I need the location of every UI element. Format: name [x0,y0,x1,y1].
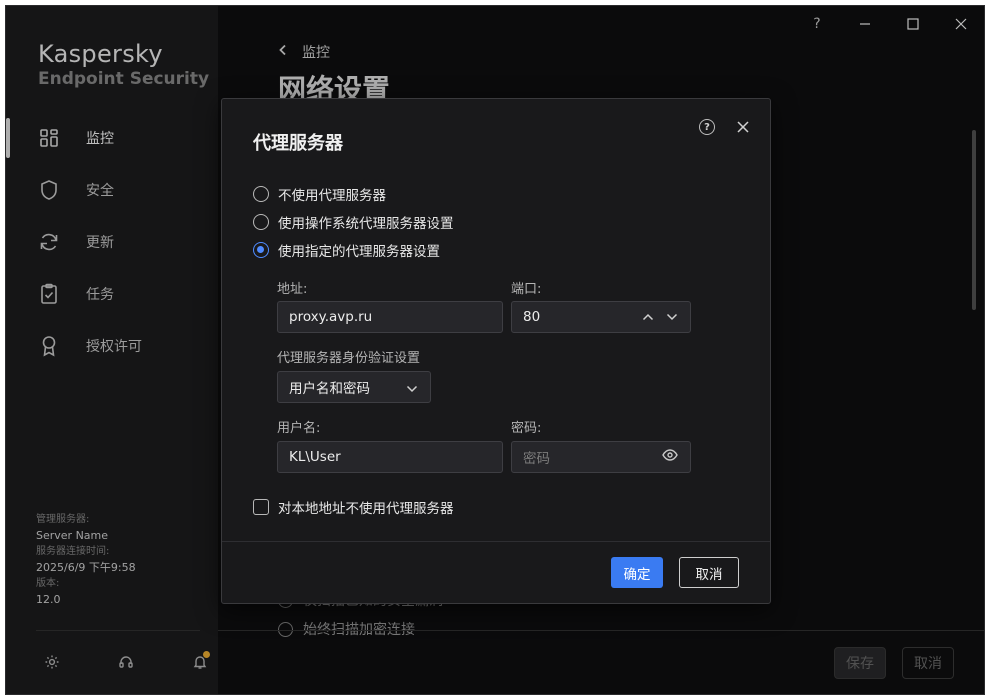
minimize-icon[interactable] [853,12,877,36]
radio-button[interactable] [253,186,269,202]
checkbox[interactable] [253,499,269,515]
chevron-down-icon [406,381,418,397]
radio-label: 使用指定的代理服务器设置 [278,240,440,260]
radio-label: 使用操作系统代理服务器设置 [278,212,454,232]
chevron-down-icon[interactable] [666,309,678,325]
port-value: 80 [523,309,540,325]
help-icon[interactable]: ? [805,12,829,36]
username-label: 用户名: [277,417,320,436]
port-label: 端口: [511,278,541,297]
radio-label: 不使用代理服务器 [278,184,386,204]
auth-method-value: 用户名和密码 [289,377,370,397]
dialog-title: 代理服务器 [253,129,343,155]
eye-icon[interactable] [662,449,678,465]
app-window: Kaspersky Endpoint Security 监控 安全 [5,5,985,695]
radio-system-proxy[interactable]: 使用操作系统代理服务器设置 [253,212,454,232]
port-stepper[interactable]: 80 [511,301,691,333]
password-label: 密码: [511,417,541,436]
auth-method-select[interactable]: 用户名和密码 [277,371,431,403]
dialog-divider [222,541,770,542]
chevron-up-icon[interactable] [642,309,654,325]
password-input[interactable]: 密码 [511,441,691,473]
address-label: 地址: [277,278,307,297]
close-icon[interactable] [735,119,751,135]
radio-no-proxy[interactable]: 不使用代理服务器 [253,184,386,204]
cancel-button[interactable]: 取消 [679,557,739,588]
address-input[interactable]: proxy.avp.ru [277,301,503,333]
radio-button[interactable] [253,214,269,230]
proxy-server-dialog: 代理服务器 ? 不使用代理服务器 使用操作系统代理服务器设置 使用指定的代理服务… [221,98,771,604]
radio-button-checked[interactable] [253,242,269,258]
help-circle-icon[interactable]: ? [699,119,715,135]
checkbox-label: 对本地地址不使用代理服务器 [278,497,454,517]
maximize-icon[interactable] [901,12,925,36]
ok-button[interactable]: 确定 [611,557,663,588]
password-placeholder: 密码 [523,447,550,467]
close-window-icon[interactable] [949,12,973,36]
auth-settings-label: 代理服务器身份验证设置 [277,347,420,366]
bypass-local-checkbox-row[interactable]: 对本地地址不使用代理服务器 [253,497,454,517]
username-input[interactable]: KL\User [277,441,503,473]
radio-specified-proxy[interactable]: 使用指定的代理服务器设置 [253,240,440,260]
